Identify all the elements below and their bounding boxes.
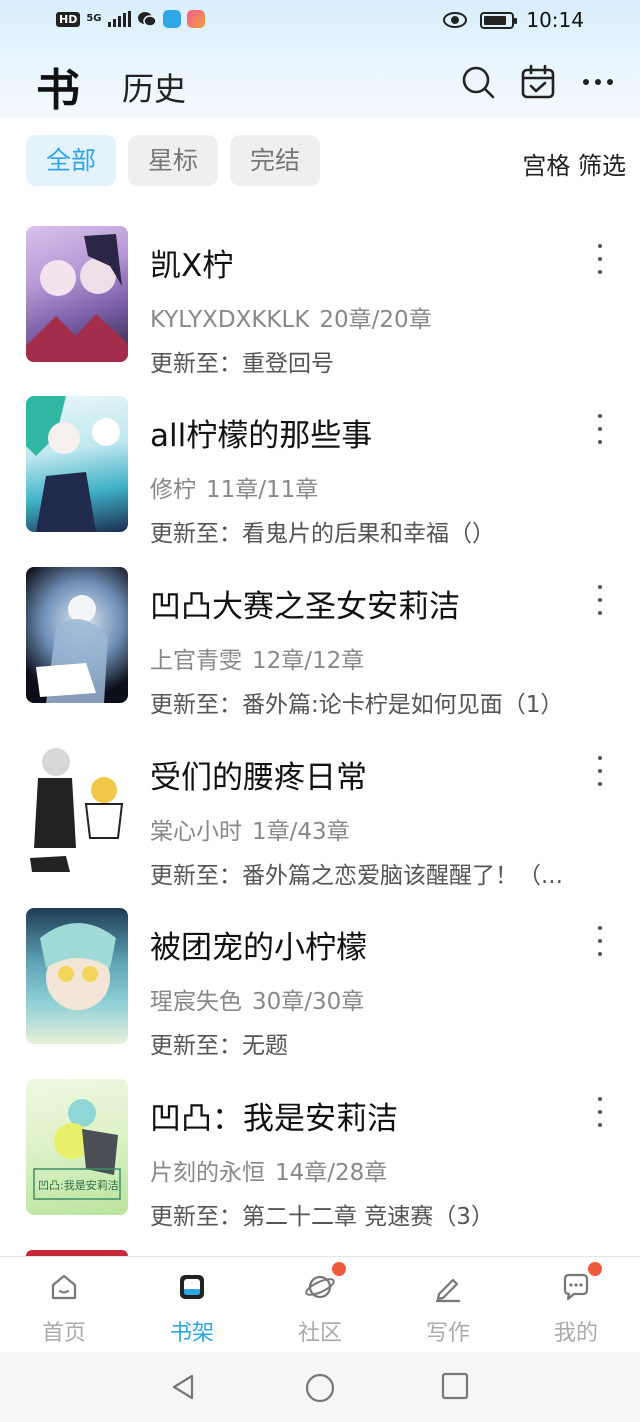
book-author: 片刻的永恒 — [150, 1160, 265, 1186]
book-author: 修柠 — [150, 477, 196, 503]
search-icon[interactable] — [460, 64, 496, 100]
book-item[interactable]: 凹凸大赛之圣女安莉洁 上官青雯 12章/12章 更新至：番外篇:论卡柠是如何见面（… — [0, 567, 640, 718]
tab-community[interactable]: 社区 — [256, 1257, 384, 1353]
book-item[interactable]: 凹凸:我是安莉洁 凹凸：我是安莉洁 片刻的永恒 14章/28章 更新至：第二十二章… — [0, 1079, 640, 1230]
network-type: 5G — [86, 13, 102, 24]
book-item[interactable]: 被团宠的小柠檬 瑆宸失色 30章/30章 更新至：无题 — [0, 908, 640, 1059]
header: 书 历史 — [0, 44, 640, 118]
tab-home[interactable]: 首页 — [0, 1257, 128, 1353]
more-icon[interactable] — [580, 64, 616, 100]
book-cover[interactable] — [26, 738, 128, 874]
book-chapters: 30章/30章 — [252, 989, 365, 1015]
home-icon — [51, 1274, 77, 1300]
wechat-icon — [137, 12, 157, 27]
planet-icon — [305, 1275, 335, 1299]
book-chapters: 12章/12章 — [252, 648, 365, 674]
book-chapters: 20章/20章 — [319, 307, 432, 333]
book-cover[interactable] — [26, 396, 128, 532]
book-author: 棠心小时 — [150, 819, 242, 845]
calendar-check-icon[interactable] — [520, 64, 556, 100]
book-update: 更新至：第二十二章 竞速赛（3） — [150, 1204, 494, 1230]
tab-write[interactable]: 写作 — [384, 1257, 512, 1353]
signal-icon — [107, 11, 131, 27]
eye-icon — [443, 12, 468, 28]
book-title: 受们的腰疼日常 — [150, 760, 367, 796]
status-bar: HD 5G 10:14 — [0, 0, 640, 44]
book-update: 更新至：番外篇:论卡柠是如何见面（1） — [150, 692, 564, 718]
book-cover[interactable] — [26, 226, 128, 362]
tab-label: 书架 — [169, 1321, 214, 1346]
book-more-icon[interactable] — [590, 414, 610, 444]
home-button-icon[interactable] — [304, 1372, 336, 1404]
book-more-icon[interactable] — [590, 756, 610, 786]
filter-starred[interactable]: 星标 — [128, 135, 219, 186]
filter-finished[interactable]: 完结 — [230, 135, 321, 186]
book-update: 更新至：无题 — [150, 1033, 288, 1059]
book-more-icon[interactable] — [590, 244, 610, 274]
book-cover[interactable] — [26, 908, 128, 1044]
back-icon[interactable] — [168, 1372, 198, 1402]
notification-badge — [332, 1262, 346, 1276]
book-more-icon[interactable] — [590, 585, 610, 615]
book-chapters: 11章/11章 — [206, 477, 319, 503]
battery-icon — [480, 11, 518, 29]
clock: 10:14 — [526, 8, 584, 32]
tab-label: 我的 — [553, 1321, 598, 1346]
tab-label: 首页 — [41, 1321, 86, 1346]
book-cover[interactable]: 凹凸:我是安莉洁 — [26, 1079, 128, 1215]
pen-icon — [435, 1278, 461, 1303]
book-chapters: 14章/28章 — [275, 1160, 388, 1186]
app-notification-icon — [162, 10, 181, 28]
book-chapters: 1章/43章 — [252, 819, 350, 845]
grid-filter-button[interactable]: 宫格 筛选 — [522, 146, 626, 181]
filter-chips: 全部 星标 完结 — [26, 135, 321, 186]
chat-icon — [563, 1273, 589, 1301]
book-update: 更新至：番外篇之恋爱脑该醒醒了！（... — [150, 863, 563, 889]
book-more-icon[interactable] — [590, 926, 610, 956]
filter-all[interactable]: 全部 — [26, 135, 117, 186]
book-author: 瑆宸失色 — [150, 989, 242, 1015]
book-title: 被团宠的小柠檬 — [150, 930, 367, 966]
book-item[interactable]: 受们的腰疼日常 棠心小时 1章/43章 更新至：番外篇之恋爱脑该醒醒了！（... — [0, 738, 640, 889]
tab-mine[interactable]: 我的 — [512, 1257, 640, 1353]
app-notification-icon — [186, 10, 205, 28]
system-nav-bar — [0, 1352, 640, 1422]
bookshelf-icon — [180, 1275, 204, 1299]
top-zone: HD 5G 10:14 书 历史 — [0, 0, 640, 118]
book-title: all柠檬的那些事 — [150, 418, 373, 454]
book-item[interactable]: 凯X柠 KYLYXDXKKLK 20章/20章 更新至：重登回号 — [0, 226, 640, 377]
book-update: 更新至：看鬼片的后果和幸福（） — [150, 521, 495, 547]
recents-icon[interactable] — [441, 1372, 469, 1400]
book-update: 更新至：重登回号 — [150, 351, 334, 377]
tab-bookshelf[interactable]: 书架 — [128, 1257, 256, 1353]
page-title[interactable]: 书 — [36, 54, 80, 118]
book-author: KYLYXDXKKLK — [150, 307, 310, 333]
book-title: 凹凸大赛之圣女安莉洁 — [150, 589, 460, 625]
tab-history[interactable]: 历史 — [122, 64, 186, 110]
tab-label: 社区 — [297, 1321, 342, 1346]
book-author: 上官青雯 — [150, 648, 242, 674]
book-item[interactable]: all柠檬的那些事 修柠 11章/11章 更新至：看鬼片的后果和幸福（） — [0, 396, 640, 547]
bottom-tab-bar: 首页 书架 社区 写作 我的 — [0, 1256, 640, 1352]
book-cover[interactable] — [26, 567, 128, 703]
svg-text:凹凸:我是安莉洁: 凹凸:我是安莉洁 — [38, 1178, 119, 1192]
hd-indicator: HD — [56, 11, 81, 27]
book-title: 凯X柠 — [150, 248, 234, 284]
book-title: 凹凸：我是安莉洁 — [150, 1101, 398, 1137]
book-more-icon[interactable] — [590, 1097, 610, 1127]
notification-badge — [588, 1262, 602, 1276]
tab-label: 写作 — [425, 1321, 470, 1346]
